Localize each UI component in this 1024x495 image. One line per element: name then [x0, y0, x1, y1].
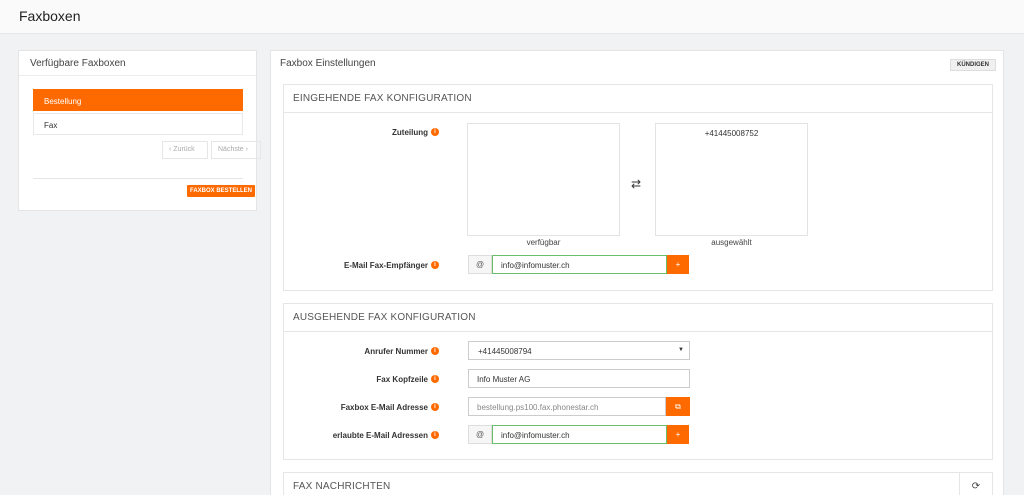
- info-icon[interactable]: i: [431, 375, 439, 383]
- available-caption: verfügbar: [526, 238, 561, 247]
- info-icon[interactable]: i: [431, 403, 439, 411]
- incoming-section-title: EINGEHENDE FAX KONFIGURATION: [284, 85, 992, 113]
- divider: [19, 75, 256, 76]
- email-recipient-label: E-Mail Fax-Empfänger i: [279, 261, 439, 270]
- fax-header-label-text: Fax Kopfzeile: [376, 375, 428, 384]
- top-bar: Faxboxen: [0, 0, 1024, 34]
- at-icon: @: [468, 255, 492, 274]
- at-icon: @: [468, 425, 492, 444]
- swap-arrows-icon[interactable]: ⇄: [631, 177, 641, 191]
- faxbox-email-input[interactable]: bestellung.ps100.fax.phonestar.ch: [468, 397, 666, 416]
- selected-number-item[interactable]: +41445008752: [656, 129, 807, 138]
- add-email-button[interactable]: +: [667, 255, 689, 274]
- refresh-icon[interactable]: ⟳: [959, 473, 992, 495]
- faxbox-item-bestellung[interactable]: Bestellung: [33, 89, 243, 111]
- add-allowed-email-button[interactable]: +: [667, 425, 689, 444]
- info-icon[interactable]: i: [431, 347, 439, 355]
- fax-header-label: Fax Kopfzeile i: [279, 375, 439, 384]
- order-faxbox-button[interactable]: FAXBOX BESTELLEN: [187, 185, 255, 197]
- outgoing-fax-section: AUSGEHENDE FAX KONFIGURATION Anrufer Num…: [283, 303, 993, 460]
- faxbox-settings-card: Faxbox Einstellungen KÜNDIGEN EINGEHENDE…: [270, 50, 1004, 495]
- caller-number-value: +41445008794: [478, 347, 532, 356]
- copy-icon[interactable]: ⧉: [666, 397, 690, 416]
- fax-header-input[interactable]: Info Muster AG: [468, 369, 690, 388]
- allowed-emails-label: erlaubte E-Mail Adressen i: [279, 431, 439, 440]
- faxbox-email-label-text: Faxbox E-Mail Adresse: [340, 403, 428, 412]
- faxbox-list-title: Verfügbare Faxboxen: [30, 58, 126, 69]
- chevron-down-icon: ▼: [678, 347, 684, 353]
- settings-title: Faxbox Einstellungen: [280, 58, 376, 69]
- faxbox-list-card: Verfügbare Faxboxen Bestellung Fax ‹ Zur…: [18, 50, 261, 211]
- info-icon[interactable]: i: [431, 261, 439, 269]
- info-icon[interactable]: i: [431, 128, 439, 136]
- page-title: Faxboxen: [19, 8, 81, 24]
- selected-caption: ausgewählt: [711, 238, 752, 247]
- available-numbers-list[interactable]: [467, 123, 620, 236]
- faxbox-email-label: Faxbox E-Mail Adresse i: [279, 403, 439, 412]
- pager-prev-button[interactable]: ‹ Zurück: [162, 141, 208, 159]
- pager-next-button[interactable]: Nächste ›: [211, 141, 261, 159]
- info-icon[interactable]: i: [431, 431, 439, 439]
- caller-number-select[interactable]: +41445008794 ▼: [468, 341, 690, 360]
- selected-numbers-list[interactable]: +41445008752: [655, 123, 808, 236]
- assignment-label-text: Zuteilung: [392, 128, 428, 137]
- allowed-emails-input[interactable]: info@infomuster.ch: [492, 425, 667, 444]
- incoming-fax-section: EINGEHENDE FAX KONFIGURATION Zuteilung i …: [283, 84, 993, 291]
- email-recipient-input[interactable]: info@infomuster.ch: [492, 255, 667, 274]
- allowed-emails-label-text: erlaubte E-Mail Adressen: [332, 431, 428, 440]
- fax-messages-title: FAX NACHRICHTEN: [284, 473, 992, 495]
- caller-number-label: Anrufer Nummer i: [279, 347, 439, 356]
- assignment-label: Zuteilung i: [279, 128, 439, 137]
- faxbox-item-fax[interactable]: Fax: [33, 113, 243, 135]
- email-recipient-label-text: E-Mail Fax-Empfänger: [343, 261, 428, 270]
- cancel-subscription-button[interactable]: KÜNDIGEN: [950, 59, 996, 71]
- fax-messages-section: FAX NACHRICHTEN ⟳: [283, 472, 993, 495]
- caller-number-label-text: Anrufer Nummer: [364, 347, 428, 356]
- divider: [33, 178, 243, 179]
- outgoing-section-title: AUSGEHENDE FAX KONFIGURATION: [284, 304, 992, 332]
